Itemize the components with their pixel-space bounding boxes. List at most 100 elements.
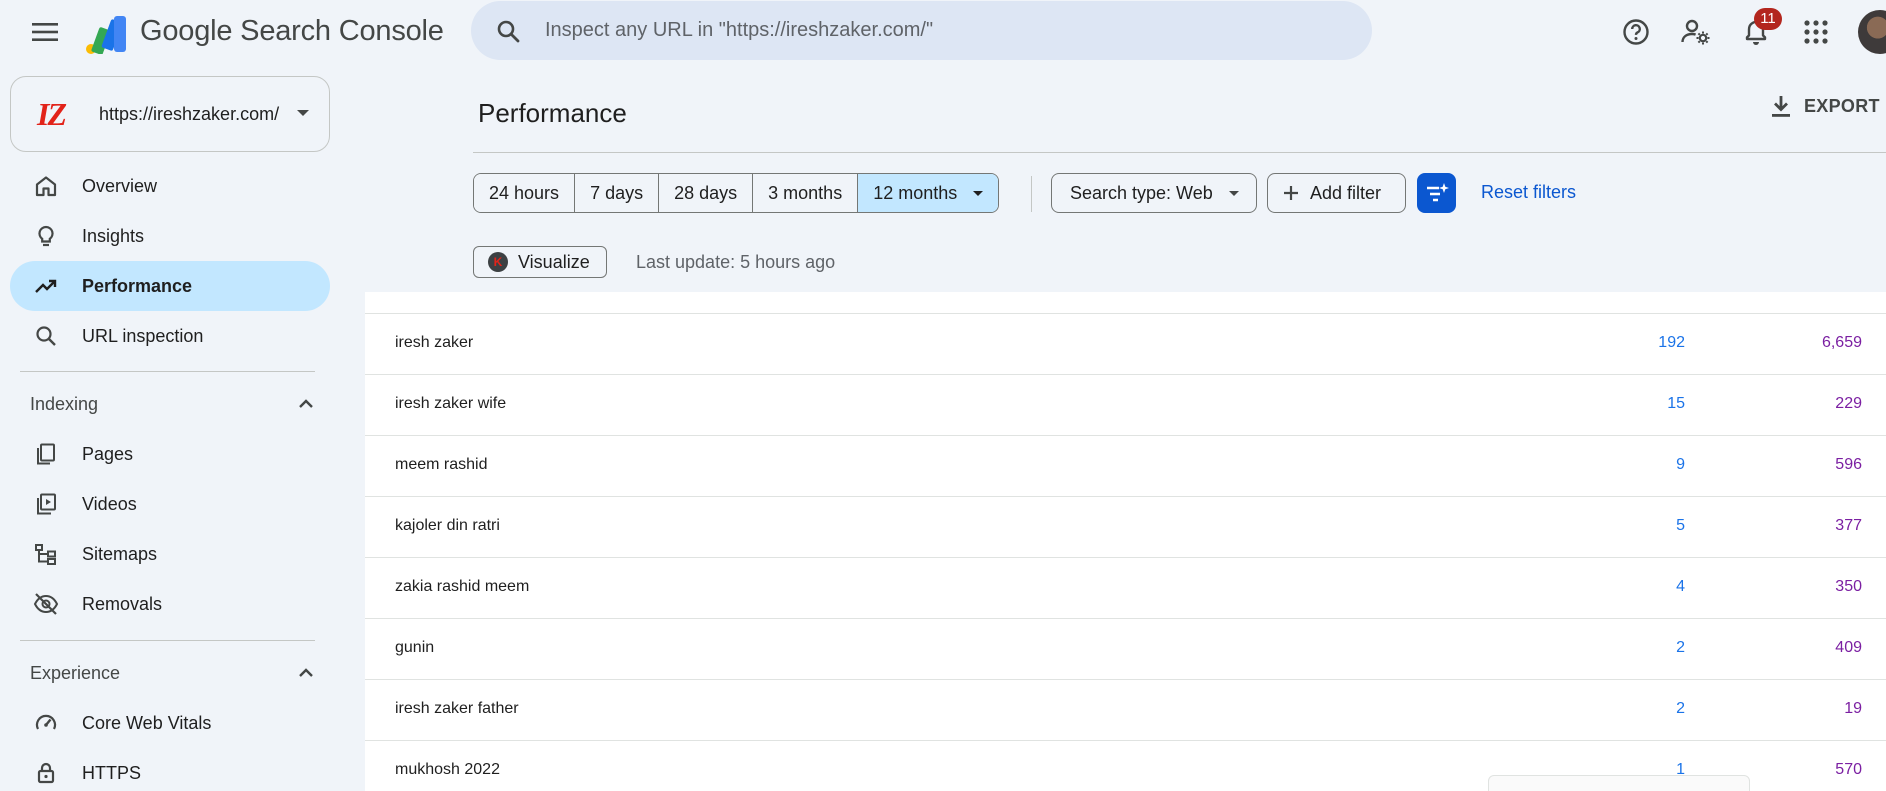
range-12-months-label: 12 months xyxy=(873,182,958,203)
export-button[interactable]: EXPORT xyxy=(1770,94,1880,118)
search-type-label: Search type: Web xyxy=(1070,182,1213,203)
query-cell: iresh zaker father xyxy=(395,700,519,717)
plus-icon xyxy=(1284,186,1298,200)
search-console-logo-icon xyxy=(86,16,126,54)
date-range-selector: 24 hours 7 days 28 days 3 months 12 mont… xyxy=(473,173,1000,213)
sidebar-item-core-web-vitals[interactable]: Core Web Vitals xyxy=(10,698,330,748)
impressions-cell: 6,659 xyxy=(1821,334,1862,351)
visualize-button[interactable]: K Visualize xyxy=(473,246,607,278)
notifications-button[interactable]: 11 xyxy=(1736,8,1782,52)
property-url: https://ireshzaker.com/ xyxy=(99,103,280,124)
query-cell: kajoler din ratri xyxy=(395,517,500,534)
sidebar-item-pages[interactable]: Pages xyxy=(10,429,330,479)
notification-count-badge: 11 xyxy=(1754,8,1782,30)
add-filter-label: Add filter xyxy=(1310,182,1382,203)
query-cell: iresh zaker xyxy=(395,334,474,351)
smart-filter-button[interactable] xyxy=(1417,173,1456,213)
table-row[interactable]: kajoler din ratri 5 377 xyxy=(365,496,1886,557)
manage-accounts-icon xyxy=(1681,19,1710,45)
search-icon xyxy=(32,322,60,350)
table-pagination-bar[interactable] xyxy=(1488,775,1750,791)
search-console-app: Google Search Console Inspect any URL in… xyxy=(0,0,1886,791)
settings-users-button[interactable] xyxy=(1676,12,1716,52)
impressions-cell: 350 xyxy=(1835,578,1862,595)
section-title: Experience xyxy=(30,662,121,683)
help-icon xyxy=(1623,19,1649,45)
eye-off-icon xyxy=(32,590,60,618)
page-title: Performance xyxy=(478,98,627,128)
table-row[interactable]: iresh zaker father 2 19 xyxy=(365,679,1886,740)
table-row[interactable]: zakia rashid meem 4 350 xyxy=(365,557,1886,618)
impressions-cell: 377 xyxy=(1835,517,1862,534)
extension-logo-icon: K xyxy=(488,252,508,272)
sidebar-section-experience[interactable]: Experience xyxy=(10,653,330,693)
sidebar-item-insights[interactable]: Insights xyxy=(10,211,330,261)
clicks-cell: 9 xyxy=(1676,456,1685,473)
last-update-text: Last update: 5 hours ago xyxy=(636,252,836,272)
hamburger-menu-icon xyxy=(32,23,58,41)
caret-down-icon xyxy=(973,190,984,196)
range-7-days[interactable]: 7 days xyxy=(575,174,660,212)
sidebar-item-sitemaps[interactable]: Sitemaps xyxy=(10,529,330,579)
sidebar-item-url-inspection[interactable]: URL inspection xyxy=(10,311,330,361)
query-cell: zakia rashid meem xyxy=(395,578,530,595)
query-cell: mukhosh 2022 xyxy=(395,761,500,778)
queries-table: iresh zaker 192 6,659 iresh zaker wife 1… xyxy=(365,292,1886,791)
help-button[interactable] xyxy=(1616,12,1656,52)
table-row[interactable]: meem rashid 9 596 xyxy=(365,435,1886,496)
filter-sparkle-icon xyxy=(1426,183,1449,202)
account-avatar[interactable] xyxy=(1858,10,1886,54)
speed-icon xyxy=(32,709,60,737)
sidebar-item-label: Videos xyxy=(82,493,137,514)
url-inspection-search[interactable] xyxy=(471,1,1372,60)
reset-filters-link[interactable]: Reset filters xyxy=(1481,182,1576,203)
clicks-cell: 15 xyxy=(1667,395,1685,412)
sidebar-divider xyxy=(20,371,315,372)
impressions-cell: 19 xyxy=(1844,700,1862,717)
sidebar-section-indexing[interactable]: Indexing xyxy=(10,384,330,424)
impressions-cell: 596 xyxy=(1835,456,1862,473)
range-3-months[interactable]: 3 months xyxy=(753,174,859,212)
add-filter-button[interactable]: Add filter xyxy=(1267,173,1406,213)
apps-grid-icon xyxy=(1804,20,1828,44)
sidebar-item-label: Insights xyxy=(82,225,145,246)
caret-down-icon xyxy=(1228,190,1239,196)
table-row[interactable]: gunin 2 409 xyxy=(365,618,1886,679)
sidebar-item-videos[interactable]: Videos xyxy=(10,479,330,529)
trending-up-icon xyxy=(32,272,60,300)
top-app-bar: Google Search Console Inspect any URL in… xyxy=(0,0,1886,64)
lightbulb-icon xyxy=(32,222,60,250)
sidebar-item-overview[interactable]: Overview xyxy=(10,161,330,211)
google-apps-button[interactable] xyxy=(1796,12,1836,52)
range-28-days[interactable]: 28 days xyxy=(659,174,754,212)
range-12-months[interactable]: 12 months xyxy=(858,174,999,212)
sidebar-item-label: Performance xyxy=(82,275,193,296)
main-menu-button[interactable] xyxy=(24,12,66,52)
sidebar-item-label: Pages xyxy=(82,443,134,464)
search-input[interactable] xyxy=(543,18,1343,43)
chevron-up-icon xyxy=(294,392,318,416)
query-cell: meem rashid xyxy=(395,456,488,473)
property-selector[interactable]: IZ https://ireshzaker.com/ xyxy=(10,76,330,152)
clicks-cell: 5 xyxy=(1676,517,1685,534)
clicks-cell: 192 xyxy=(1658,334,1685,351)
range-24-hours[interactable]: 24 hours xyxy=(474,174,576,212)
sidebar-item-label: HTTPS xyxy=(82,762,142,783)
video-icon xyxy=(32,490,60,518)
impressions-cell: 570 xyxy=(1835,761,1862,778)
impressions-cell: 409 xyxy=(1835,639,1862,656)
property-favicon: IZ xyxy=(37,96,67,132)
pages-icon xyxy=(32,440,60,468)
sidebar-item-performance[interactable]: Performance xyxy=(10,261,330,311)
lock-icon xyxy=(32,759,60,787)
sidebar-item-https[interactable]: HTTPS xyxy=(10,748,330,791)
sidebar-item-label: Overview xyxy=(82,175,158,196)
search-type-dropdown[interactable]: Search type: Web xyxy=(1051,173,1257,213)
sidebar-divider xyxy=(20,640,315,641)
table-row[interactable]: iresh zaker 192 6,659 xyxy=(365,313,1886,374)
sidebar-item-removals[interactable]: Removals xyxy=(10,579,330,629)
header-divider xyxy=(473,152,1886,153)
app-title: Google Search Console xyxy=(140,15,444,47)
table-row[interactable]: iresh zaker wife 15 229 xyxy=(365,374,1886,435)
export-label: EXPORT xyxy=(1804,95,1880,116)
